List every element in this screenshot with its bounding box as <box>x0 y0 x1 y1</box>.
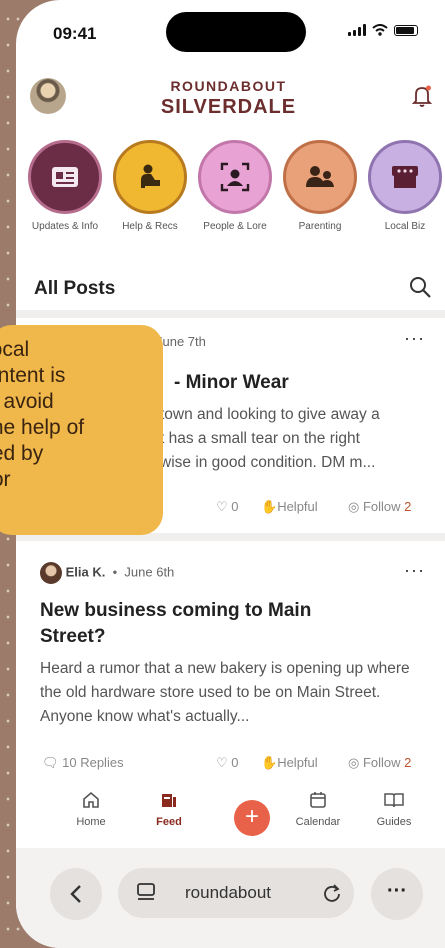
author-avatar <box>40 562 62 584</box>
brand-main-text: SILVERDALE <box>160 96 297 118</box>
category-label: Help & Recs <box>122 221 178 232</box>
follow-label: Follow <box>362 499 401 514</box>
category-help-recs[interactable]: Help & Recs <box>109 140 191 233</box>
follow-count: 2 <box>404 499 412 514</box>
bell-icon[interactable] <box>411 84 433 108</box>
helpful-button[interactable]: ✋Helpful <box>261 755 318 771</box>
person-frame-icon <box>198 140 272 214</box>
tab-feed[interactable]: Feed <box>134 790 204 828</box>
tooltip-line: local <box>0 338 30 361</box>
category-local-biz[interactable]: Local Biz <box>364 140 445 233</box>
feed-title: All Posts <box>34 278 116 299</box>
post-author: Elia K. <box>65 564 106 580</box>
feed-icon <box>162 794 176 807</box>
storefront-icon <box>368 140 442 214</box>
like-button[interactable]: ♡ 0 <box>216 755 239 771</box>
hand-icon: ✋ <box>261 755 278 770</box>
tooltip-line: the help of <box>0 416 85 439</box>
category-label: Updates & Info <box>31 221 99 232</box>
category-row: Updates & Info Help & Recs People & Lore… <box>24 140 445 250</box>
post-body-line: town and looking to give away a <box>160 406 380 423</box>
post-date: June 7th <box>156 334 206 349</box>
home-icon <box>83 791 99 808</box>
like-count: 0 <box>231 755 239 770</box>
battery-icon <box>394 24 418 36</box>
tab-label: Feed <box>156 816 182 828</box>
tooltip-line: ted by <box>0 442 44 465</box>
search-icon[interactable] <box>408 275 432 299</box>
comment-icon: 🗨 <box>42 755 59 770</box>
tab-label: Home <box>76 816 106 828</box>
wifi-icon <box>372 24 388 36</box>
replies-label: 10 Replies <box>62 755 124 770</box>
reload-icon[interactable] <box>322 883 342 903</box>
section-divider <box>16 310 445 318</box>
category-label: People & Lore <box>203 221 267 232</box>
post-title: - Minor Wear <box>174 372 289 393</box>
follow-icon: ◎ <box>348 499 360 514</box>
tooltip-line: o avoid <box>0 390 54 413</box>
helpful-button[interactable]: ✋Helpful <box>261 499 318 515</box>
helping-hand-icon <box>113 140 187 214</box>
category-people-lore[interactable]: People & Lore <box>194 140 276 233</box>
post-body: town and looking to give away a t has a … <box>160 403 440 475</box>
tab-label: Guides <box>376 816 412 828</box>
category-label: Local Biz <box>384 221 426 232</box>
dynamic-island <box>166 12 306 52</box>
address-bar[interactable]: roundabout <box>118 868 354 918</box>
helpful-label: Helpful <box>277 755 318 770</box>
calendar-icon <box>310 792 326 808</box>
post-date: June 6th <box>124 564 175 580</box>
follow-label: Follow <box>362 755 401 770</box>
post-more-icon[interactable]: ··· <box>404 328 425 349</box>
category-parenting[interactable]: Parenting <box>279 140 361 233</box>
like-count: 0 <box>231 499 239 514</box>
brand-top-text: ROUNDABOUT <box>170 78 287 94</box>
more-button[interactable]: ··· <box>371 868 423 920</box>
helpful-label: Helpful <box>277 499 318 514</box>
info-tooltip: local ontent is o avoid the help of ted … <box>0 325 163 535</box>
bottom-tab-bar: Home Feed Calendar Guides <box>16 790 445 840</box>
tab-home[interactable]: Home <box>56 790 126 828</box>
signal-icon <box>348 24 366 36</box>
add-post-button[interactable]: + <box>234 800 270 836</box>
follow-button[interactable]: ◎ Follow 2 <box>348 499 411 515</box>
dot-separator: • <box>109 564 121 580</box>
category-updates-info[interactable]: Updates & Info <box>24 140 106 233</box>
avatar[interactable] <box>30 78 66 114</box>
url-text: roundabout <box>185 883 272 902</box>
tooltip-line: ontent is <box>0 364 66 387</box>
like-button[interactable]: ♡ 0 <box>216 499 239 515</box>
back-button[interactable] <box>50 868 102 920</box>
post-title: New business coming to Main Street? <box>40 600 312 647</box>
post-body-line: wise in good condition. DM m... <box>160 454 376 471</box>
post-author-line: Elia K. • June 6th <box>40 562 174 584</box>
tab-label: Calendar <box>295 816 341 828</box>
replies-button[interactable]: 🗨 10 Replies <box>42 755 124 771</box>
category-label: Parenting <box>298 221 342 232</box>
status-time: 09:41 <box>53 24 97 43</box>
follow-icon: ◎ <box>348 755 360 770</box>
follow-button[interactable]: ◎ Follow 2 <box>348 755 411 771</box>
tab-guides[interactable]: Guides <box>359 790 429 828</box>
post-more-icon[interactable]: ··· <box>404 560 425 581</box>
follow-count: 2 <box>404 755 412 770</box>
status-icons <box>348 24 418 36</box>
tooltip-line: tor <box>0 468 11 491</box>
family-icon <box>283 140 357 214</box>
chevron-left-icon <box>70 885 81 903</box>
heart-icon: ♡ <box>216 499 228 514</box>
post-body-line: t has a small tear on the right <box>160 430 360 447</box>
tabs-icon <box>137 883 155 900</box>
brand-logo: ROUNDABOUT SILVERDALE <box>126 78 331 119</box>
browser-toolbar: roundabout ··· <box>16 848 445 948</box>
hand-icon: ✋ <box>261 499 278 514</box>
post-body: Heard a rumor that a new bakery is openi… <box>40 660 410 725</box>
newspaper-icon <box>28 140 102 214</box>
book-icon <box>384 793 404 808</box>
tab-calendar[interactable]: Calendar <box>283 790 353 828</box>
heart-icon: ♡ <box>216 755 228 770</box>
